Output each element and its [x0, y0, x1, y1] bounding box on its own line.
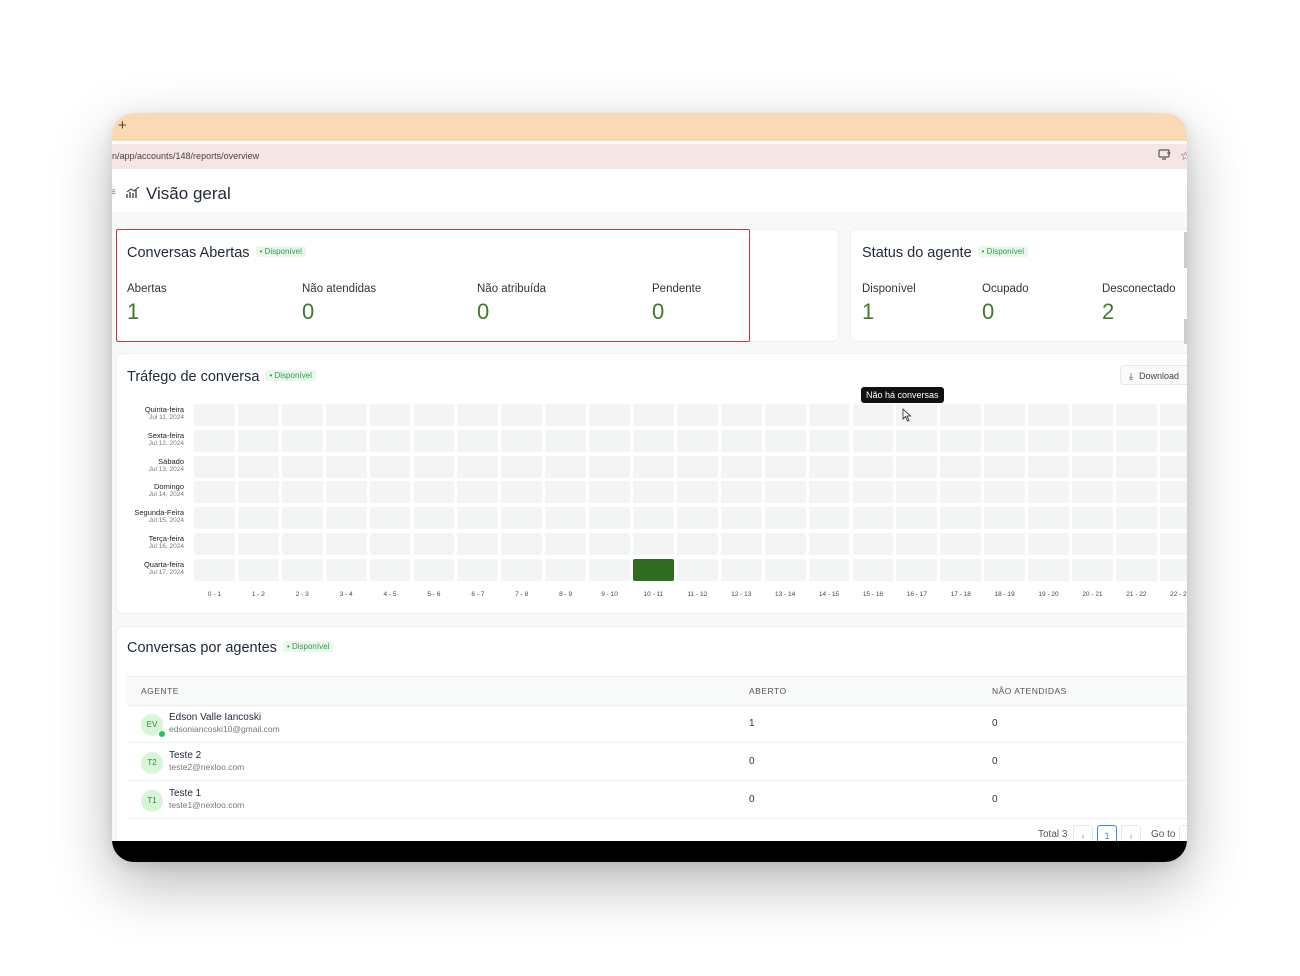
metric-label-busy: Ocupado — [982, 283, 1029, 295]
download-button[interactable]: ⤓ Download — [1120, 365, 1187, 385]
traffic-title-text: Tráfego de conversa — [127, 369, 260, 385]
agent-open-count: 0 — [749, 756, 755, 767]
agent-unattended-count: 0 — [992, 756, 998, 767]
install-app-icon[interactable] — [1158, 149, 1171, 163]
agent-unattended-count: 0 — [992, 794, 998, 805]
column-header-unattended: NÃO ATENDIDAS — [992, 686, 1067, 696]
agents-card: Conversas por agentes • Disponível AGENTE… — [116, 626, 1187, 841]
page-content: ≡ Visão geral Conversas Abertas • Disponí… — [112, 172, 1187, 841]
agents-title: Conversas por agentes • Disponível — [127, 640, 334, 656]
traffic-title: Tráfego de conversa • Disponível — [127, 369, 316, 385]
column-header-open: ABERTO — [749, 686, 787, 696]
metric-value-busy: 0 — [982, 299, 995, 324]
table-row: T2 Teste 2 teste2@nexloo.com 0 0 — [127, 743, 1187, 781]
download-label: Download — [1138, 371, 1180, 381]
agents-title-text: Conversas por agentes — [127, 640, 277, 656]
status-badge: • Disponível — [265, 369, 316, 381]
agent-email: teste2@nexloo.com — [169, 762, 245, 772]
pagination-goto-input[interactable] — [1179, 825, 1187, 841]
heatmap-tooltip: Não há conversas — [861, 387, 944, 403]
address-bar[interactable]: n/app/accounts/148/reports/overview ☆ — [112, 144, 1187, 169]
agent-name: Teste 1 — [169, 788, 202, 799]
agent-status-title-text: Status do agente — [862, 245, 972, 261]
new-tab-button[interactable]: + — [118, 117, 127, 135]
pagination-total: Total 3 — [1038, 829, 1068, 840]
status-badge: • Disponível — [977, 245, 1029, 257]
table-row: T1 Teste 1 teste1@nexloo.com 0 0 — [127, 781, 1187, 819]
browser-window: + n/app/accounts/148/reports/overview ☆ … — [112, 113, 1187, 862]
page-header: ≡ Visão geral — [112, 172, 1187, 212]
scrollbar-thumb[interactable] — [1184, 319, 1187, 344]
column-header-agent: AGENTE — [141, 686, 179, 696]
tab-bar: + — [112, 113, 1187, 141]
bookmark-star-icon[interactable]: ☆ — [1180, 149, 1187, 163]
agents-table-header: AGENTE ABERTO NÃO ATENDIDAS — [127, 676, 1187, 706]
scrollbar-thumb[interactable] — [1184, 232, 1187, 268]
agent-name: Edson Valle Iancoski — [169, 712, 262, 723]
agent-status-title: Status do agente • Disponível — [862, 245, 1029, 261]
url-text[interactable]: n/app/accounts/148/reports/overview — [112, 151, 259, 161]
agent-unattended-count: 0 — [992, 718, 998, 729]
agent-open-count: 1 — [749, 718, 755, 729]
pagination-next-button[interactable]: › — [1121, 825, 1141, 841]
pagination-page-button[interactable]: 1 — [1097, 825, 1117, 841]
status-badge: • Disponível — [282, 640, 334, 652]
agent-name: Teste 2 — [169, 750, 202, 761]
highlight-box — [116, 229, 750, 342]
bottom-bar — [112, 841, 1187, 862]
metric-value-offline: 2 — [1102, 299, 1115, 324]
avatar: T2 — [141, 752, 163, 774]
pagination-prev-button[interactable]: ‹ — [1073, 825, 1093, 841]
table-row: EV Edson Valle Iancoski edsoniancoski10@… — [127, 705, 1187, 743]
download-icon: ⤓ — [1129, 371, 1133, 381]
agent-status-card: Status do agente • Disponível Disponível … — [850, 229, 1187, 342]
page-title: Visão geral — [146, 184, 231, 203]
menu-icon[interactable]: ≡ — [112, 187, 116, 198]
online-status-icon — [158, 730, 166, 738]
metric-value-available: 1 — [862, 299, 875, 324]
agent-email: edsoniancoski10@gmail.com — [169, 724, 280, 734]
traffic-card: Tráfego de conversa • Disponível — [116, 353, 1187, 614]
reports-chart-icon — [126, 187, 140, 198]
pagination-goto-label: Go to — [1151, 829, 1176, 840]
agent-open-count: 0 — [749, 794, 755, 805]
agent-email: teste1@nexloo.com — [169, 800, 245, 810]
metric-label-available: Disponível — [862, 283, 916, 295]
avatar: T1 — [141, 790, 163, 812]
mouse-cursor-icon — [902, 408, 912, 422]
metric-label-offline: Desconectado — [1102, 283, 1176, 295]
